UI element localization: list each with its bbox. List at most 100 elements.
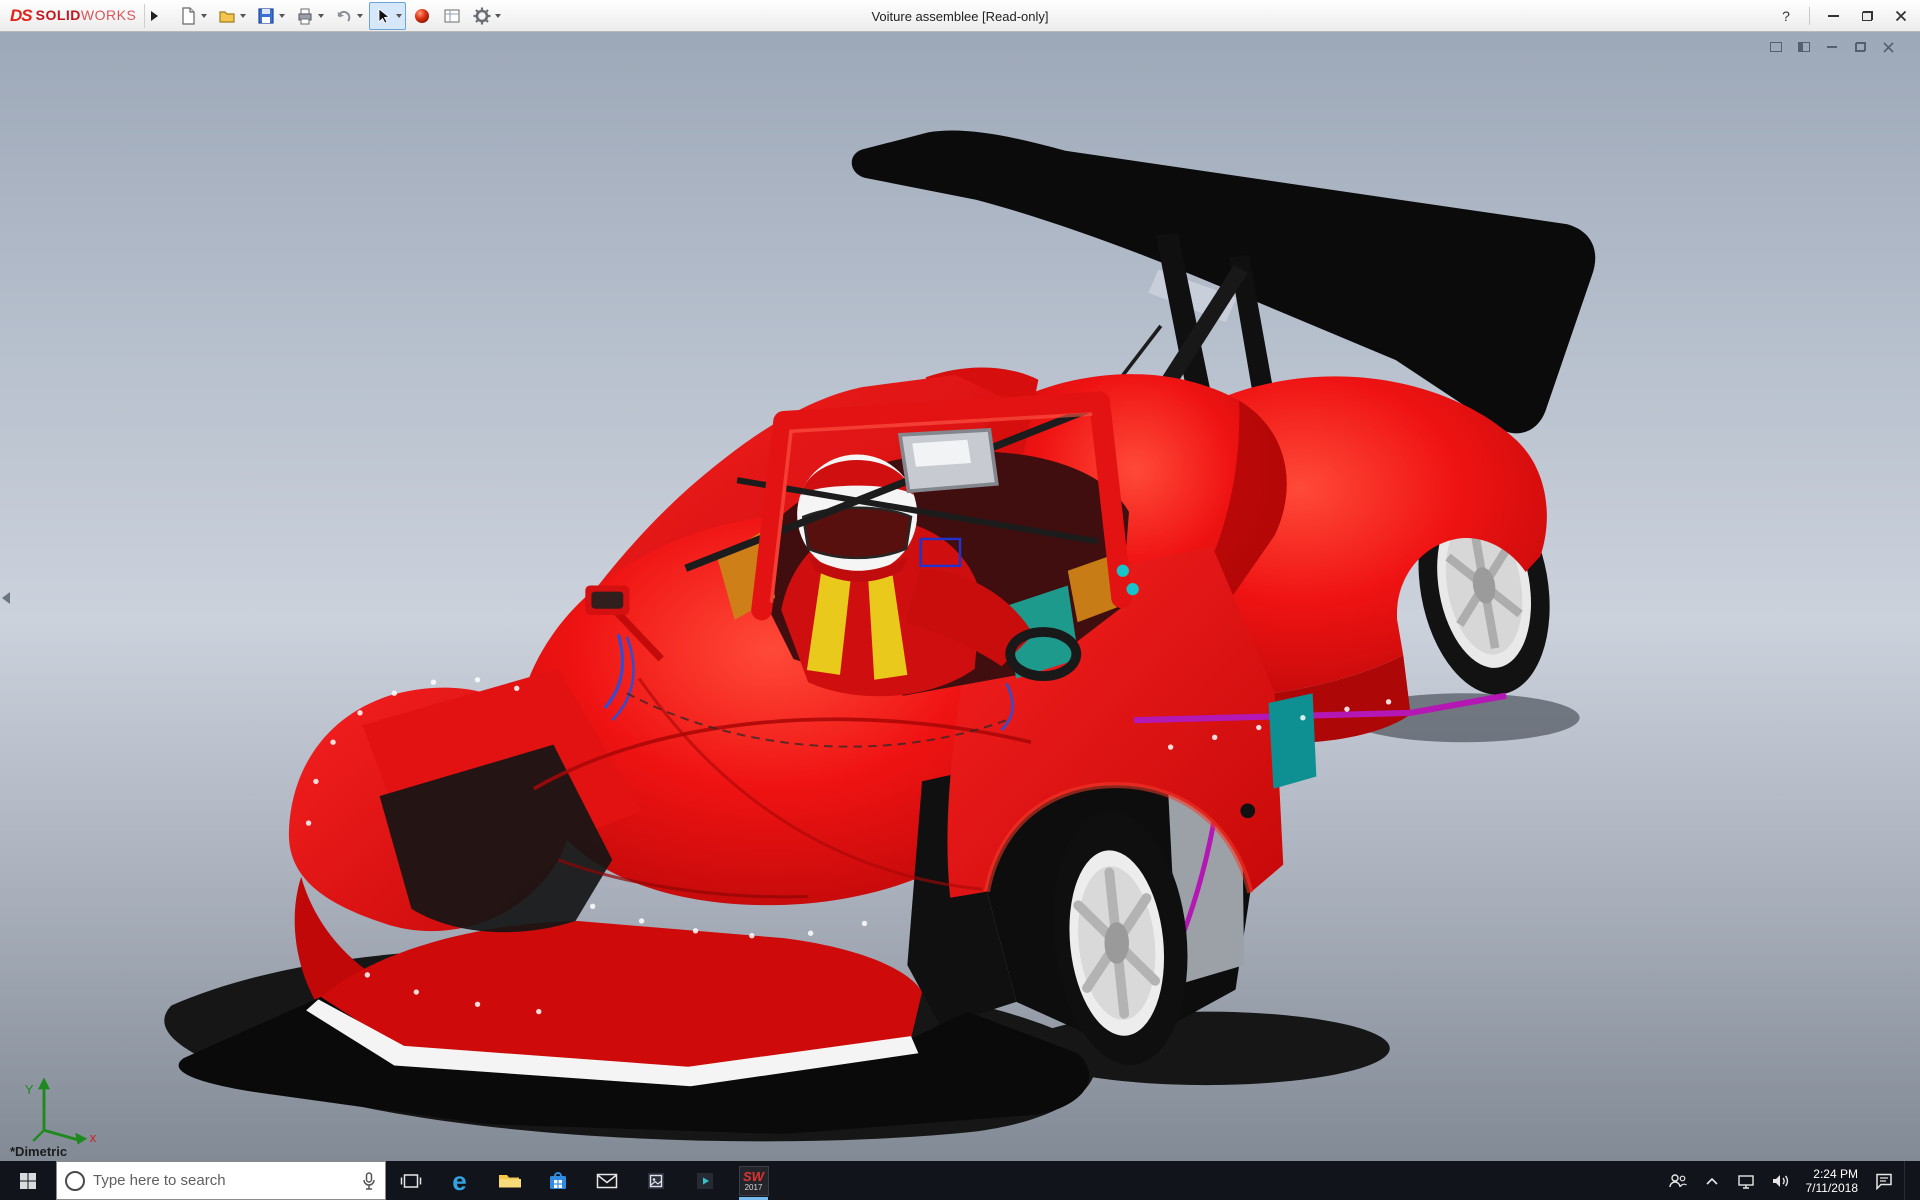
triad-y-label: Y	[25, 1082, 34, 1097]
chevron-up-icon	[1705, 1177, 1718, 1185]
window-controls: ?	[1771, 0, 1916, 32]
doc-minimize-button[interactable]	[1822, 38, 1842, 56]
select-tool-button[interactable]	[369, 1, 407, 30]
show-desktop-button[interactable]	[1904, 1161, 1910, 1200]
restore-icon	[1861, 11, 1873, 21]
taskbar-clock[interactable]: 2:24 PM 7/11/2018	[1800, 1167, 1865, 1195]
solidworks-app-button[interactable]: SW 2017	[729, 1161, 778, 1200]
print-button[interactable]	[291, 2, 328, 30]
desktop: DS SOLIDWORKS Voiture assemblee [Read-on…	[0, 0, 1920, 1200]
task-view-icon	[400, 1173, 421, 1188]
minimize-button[interactable]	[1818, 3, 1848, 29]
network-icon	[1737, 1174, 1754, 1189]
taskbar-search[interactable]	[56, 1161, 386, 1200]
movies-tv-button[interactable]	[680, 1161, 729, 1200]
action-center-button[interactable]	[1870, 1161, 1898, 1200]
edge-icon: e	[452, 1165, 467, 1196]
quick-toolbar	[174, 1, 505, 30]
new-document-icon	[182, 6, 195, 25]
doc-restore-icon	[1854, 42, 1866, 52]
file-explorer-icon	[498, 1174, 521, 1187]
divider	[1809, 7, 1810, 25]
save-button[interactable]	[252, 2, 289, 30]
tray-date: 7/11/2018	[1805, 1180, 1859, 1195]
sheet-icon	[444, 8, 460, 23]
view-orientation-label: *Dimetric	[10, 1144, 68, 1159]
edge-button[interactable]: e	[435, 1161, 484, 1200]
close-icon	[1895, 10, 1907, 22]
maximize-button[interactable]	[1852, 3, 1882, 29]
dropdown-caret-icon	[240, 13, 247, 18]
dropdown-caret-icon	[201, 13, 208, 18]
solidworks-app-icon: SW 2017	[738, 1165, 769, 1196]
graphics-area[interactable]: Y x *Dimetric	[0, 32, 1920, 1161]
new-document-button[interactable]	[174, 2, 211, 30]
network-button[interactable]	[1732, 1161, 1760, 1200]
print-icon	[298, 7, 312, 25]
doc-minimize-icon	[1827, 46, 1837, 48]
movies-tv-icon	[696, 1172, 713, 1189]
flyout-triangle-icon	[151, 10, 159, 21]
action-center-icon	[1876, 1173, 1892, 1190]
brand-name-light: WORKS	[80, 6, 137, 23]
minimize-icon	[1827, 15, 1839, 17]
dropdown-caret-icon	[279, 13, 286, 18]
dropdown-caret-icon	[396, 13, 403, 18]
race-car-model[interactable]	[0, 32, 1920, 1161]
triad-x-label: x	[90, 1130, 97, 1145]
task-pane-toggle-button[interactable]	[1766, 38, 1786, 56]
brand-name-bold: SOLID	[35, 6, 81, 23]
appearance-button[interactable]	[408, 2, 436, 30]
collapse-triangle-icon	[2, 592, 10, 605]
options-button[interactable]	[468, 2, 505, 30]
mail-icon	[596, 1173, 617, 1188]
photos-button[interactable]	[631, 1161, 680, 1200]
undo-icon	[337, 10, 351, 22]
taskbar: e	[0, 1161, 1920, 1200]
system-tray: 2:24 PM 7/11/2018	[1664, 1161, 1920, 1200]
appearance-sphere-icon	[415, 8, 430, 23]
sheet-properties-button[interactable]	[438, 2, 466, 30]
featuremanager-collapse-arrow[interactable]	[0, 585, 12, 611]
people-icon	[1668, 1173, 1687, 1187]
open-folder-icon	[219, 10, 235, 23]
dropdown-caret-icon	[318, 13, 325, 18]
mail-button[interactable]	[582, 1161, 631, 1200]
dropdown-caret-icon	[495, 13, 502, 18]
store-icon	[549, 1171, 566, 1189]
photos-icon	[647, 1172, 664, 1189]
doc-close-icon	[1882, 41, 1894, 53]
windshield	[897, 428, 999, 494]
pinned-apps: e SW 2017	[386, 1161, 778, 1200]
search-input[interactable]	[93, 1172, 353, 1189]
select-cursor-icon	[378, 7, 391, 24]
ds-logo-icon: DS	[10, 5, 33, 25]
help-button[interactable]: ?	[1771, 3, 1801, 29]
cortana-icon	[65, 1170, 85, 1191]
speaker-icon	[1772, 1174, 1788, 1187]
start-button[interactable]	[0, 1161, 56, 1200]
gear-icon	[473, 7, 491, 24]
open-button[interactable]	[213, 2, 250, 30]
save-icon	[258, 7, 274, 24]
hidden-icons-button[interactable]	[1698, 1161, 1726, 1200]
windows-logo-icon	[20, 1172, 36, 1189]
menu-flyout-arrow[interactable]	[144, 3, 164, 28]
volume-button[interactable]	[1766, 1161, 1794, 1200]
orientation-triad: Y x	[25, 1077, 97, 1145]
display-pane-toggle-button[interactable]	[1794, 38, 1814, 56]
file-explorer-button[interactable]	[484, 1161, 533, 1200]
doc-close-button[interactable]	[1878, 38, 1898, 56]
titlebar: DS SOLIDWORKS Voiture assemblee [Read-on…	[0, 0, 1920, 32]
people-button[interactable]	[1664, 1161, 1692, 1200]
doc-restore-button[interactable]	[1850, 38, 1870, 56]
undo-button[interactable]	[330, 2, 367, 30]
task-view-button[interactable]	[386, 1161, 435, 1200]
store-button[interactable]	[533, 1161, 582, 1200]
tray-time: 2:24 PM	[1813, 1166, 1858, 1181]
split-pane-icon	[1798, 42, 1810, 52]
close-button[interactable]	[1886, 3, 1916, 29]
dropdown-caret-icon	[357, 13, 364, 18]
microphone-icon[interactable]	[361, 1171, 377, 1191]
document-window-controls	[1766, 38, 1898, 56]
